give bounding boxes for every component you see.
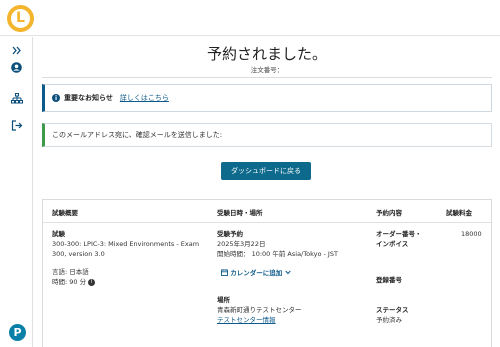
sitemap-icon[interactable]	[6, 88, 27, 109]
app-logo-letter: L	[16, 10, 25, 26]
exam-duration: 時間: 90 分	[52, 278, 87, 286]
calendar-icon	[221, 269, 228, 276]
header-datetime-location: 受験日時・場所	[217, 209, 263, 217]
header-booking-details: 予約内容	[376, 209, 402, 217]
sidebar: P	[0, 37, 33, 347]
add-to-calendar-button[interactable]: カレンダーに追加	[221, 268, 291, 278]
test-center-info-link[interactable]: テストセンター情報	[217, 315, 276, 325]
header-exam-summary: 試験概要	[52, 209, 78, 217]
exam-label: 試験	[52, 230, 65, 238]
exam-name: 300-300: LPIC-3: Mixed Environments - Ex…	[52, 240, 200, 258]
notice-label: 重要なお知らせ	[64, 94, 113, 102]
logout-icon[interactable]	[6, 115, 27, 136]
header-divider	[43, 222, 491, 223]
location-label: 場所	[217, 296, 230, 304]
booking-details-table: 試験概要 受験日時・場所 予約内容 試験料金 試験 300-300: LPIC-…	[42, 199, 492, 347]
registration-number-label: 登録番号	[376, 276, 402, 284]
order-invoice-label: オーダー番号・インボイス	[376, 230, 422, 248]
title-divider	[42, 77, 492, 78]
pearson-logo-letter: P	[13, 326, 22, 339]
order-number-label: 注文番号：	[250, 66, 284, 74]
exam-fee-value: 18000	[461, 230, 482, 238]
exam-duration-row: 時間: 90 分i	[52, 277, 96, 287]
app-logo[interactable]: L	[7, 5, 34, 32]
chevron-down-icon	[284, 270, 291, 275]
status-label: ステータス	[376, 306, 409, 314]
duration-info-icon[interactable]: i	[88, 278, 96, 286]
user-circle-icon[interactable]	[6, 57, 27, 78]
status-value: 予約済み	[376, 316, 402, 324]
page-title: 予約されました。	[206, 45, 327, 63]
pearson-logo-icon[interactable]: P	[9, 324, 26, 341]
location-name: 青森新町通りテストセンター	[217, 306, 302, 314]
email-confirmation-message: このメールアドレス宛に、確認メールを送信しました:	[42, 123, 492, 147]
notice-details-link[interactable]: 詳しくはこちら	[120, 93, 169, 103]
appointment-date: 2025年3月22日	[217, 240, 266, 248]
appointment-label: 受験予約	[217, 230, 243, 238]
appointment-start-time: 開始時間： 10:00 午前 Asia/Tokyo - JST	[217, 250, 338, 258]
important-notice: i 重要なお知らせ 詳しくはこちら	[42, 84, 492, 112]
info-icon: i	[52, 94, 60, 102]
header-exam-fee: 試験料金	[446, 209, 472, 217]
main-content: 予約されました。 注文番号： i 重要なお知らせ 詳しくはこちら このメールアド…	[34, 37, 500, 347]
top-bar: L	[0, 0, 500, 36]
add-to-calendar-label: カレンダーに追加	[230, 269, 283, 277]
exam-language: 言語: 日本語	[52, 268, 89, 276]
back-to-dashboard-button[interactable]: ダッシュボードに戻る	[221, 162, 311, 180]
page-root: L P 予約されました。 注文番号： i 重要なお知らせ 詳しくはこちら このメ…	[0, 0, 500, 347]
